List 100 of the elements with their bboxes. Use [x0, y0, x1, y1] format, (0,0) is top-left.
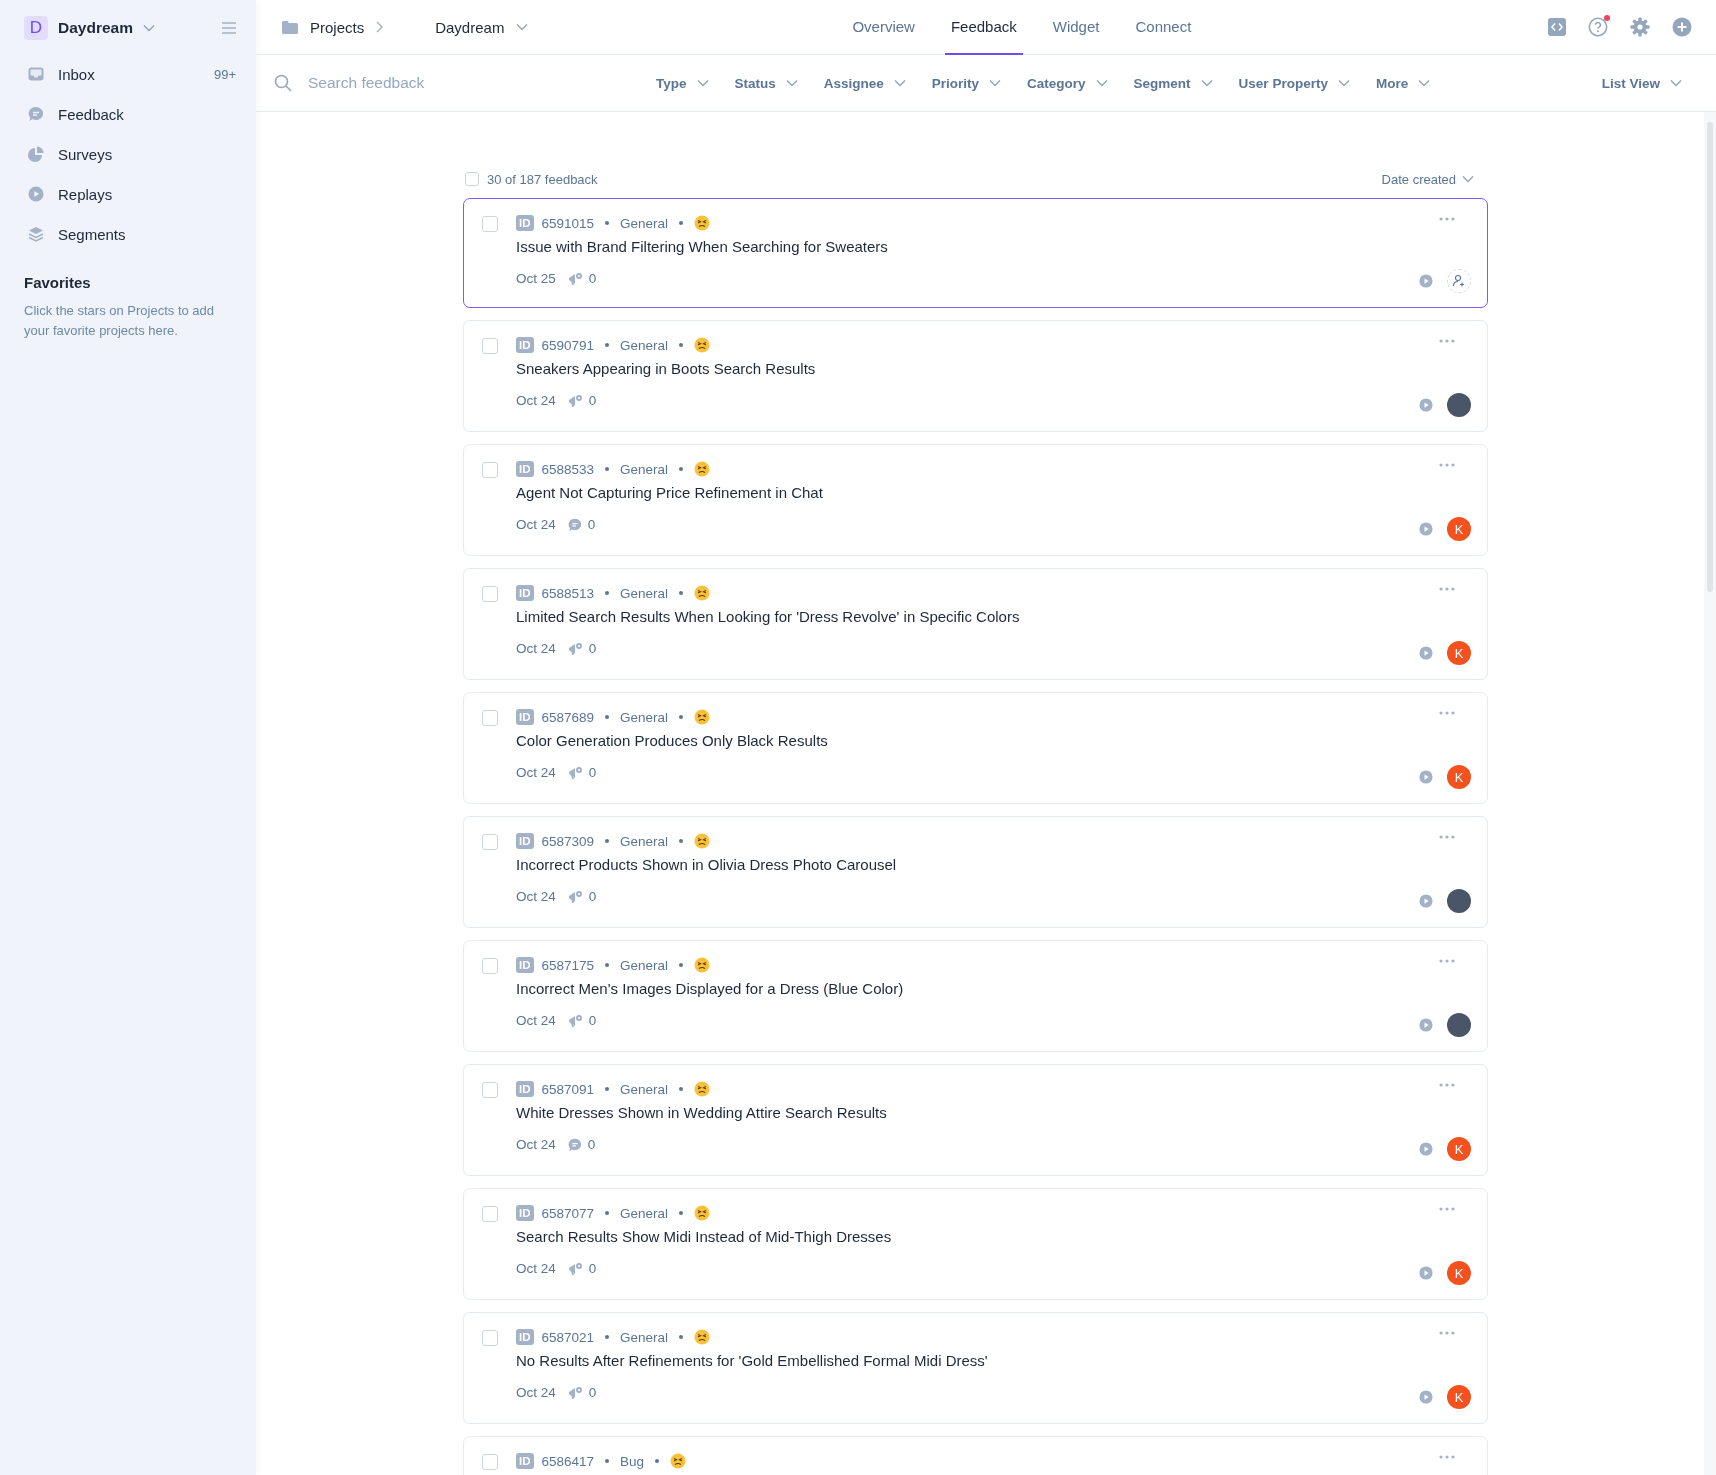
separator-dot-icon: [605, 963, 610, 967]
more-button[interactable]: [1439, 339, 1455, 343]
checkbox[interactable]: [482, 958, 498, 974]
more-button[interactable]: [1439, 1083, 1455, 1087]
feedback-card[interactable]: ID 6591015 General Issue with Brand Filtering When Searching for Sweaters Oct 25 0: [463, 198, 1488, 308]
feedback-card[interactable]: ID 6587309 General Incorrect Products Shown in Olivia Dress Photo Carousel Oct 24 0: [463, 816, 1488, 928]
filter-dropdown[interactable]: Priority: [931, 75, 1002, 91]
more-button[interactable]: [1439, 1331, 1455, 1335]
nav-item[interactable]: Replays: [58, 185, 113, 203]
play-icon[interactable]: [1419, 770, 1433, 784]
section-heading: Favorites: [24, 274, 92, 291]
feedback-title[interactable]: White Dresses Shown in Wedding Attire Search Results: [516, 1104, 1393, 1121]
tab[interactable]: Widget: [1046, 0, 1106, 55]
tab[interactable]: Connect: [1129, 0, 1198, 55]
count-label: 0: [588, 1385, 597, 1400]
play-icon[interactable]: [1419, 1266, 1433, 1280]
filter-dropdown[interactable]: User Property: [1238, 75, 1350, 91]
feedback-card[interactable]: ID 6587077 General Search Results Show Midi Instead of Mid-Thigh Dresses Oct 24 0 K: [463, 1188, 1488, 1300]
feedback-card[interactable]: ID 6590791 General Sneakers Appearing in Boots Search Results Oct 24 0: [463, 320, 1488, 432]
feedback-title[interactable]: Agent Not Capturing Price Refinement in Chat: [516, 484, 1393, 501]
tab[interactable]: Feedback: [944, 0, 1023, 55]
checkbox[interactable]: [482, 1454, 498, 1470]
play-icon[interactable]: [1419, 274, 1433, 288]
play-icon[interactable]: [1419, 522, 1433, 536]
play-icon[interactable]: [1419, 1018, 1433, 1032]
more-button[interactable]: [1439, 217, 1455, 221]
feedback-card[interactable]: ID 6586417 Bug: [463, 1436, 1488, 1475]
more-button[interactable]: [1439, 463, 1455, 467]
sort-dropdown[interactable]: Date created: [1381, 171, 1474, 187]
feedback-title[interactable]: No Results After Refinements for 'Gold Embellished Formal Midi Dress': [516, 1352, 1393, 1369]
feedback-title[interactable]: Search Results Show Midi Instead of Mid-Thigh Dresses: [516, 1228, 1393, 1245]
code-icon[interactable]: [1548, 18, 1566, 36]
checkbox[interactable]: [482, 1330, 498, 1346]
feedback-card[interactable]: ID 6588513 General Limited Search Results When Looking for 'Dress Revolve' in Specific Colors Oct 24 0 K: [463, 568, 1488, 680]
feedback-title[interactable]: Sneakers Appearing in Boots Search Results: [516, 360, 1393, 377]
feedback-card[interactable]: ID 6587091 General White Dresses Shown in Wedding Attire Search Results Oct 24 0 K: [463, 1064, 1488, 1176]
feedback-card[interactable]: ID 6587689 General Color Generation Produces Only Black Results Oct 24 0 K: [463, 692, 1488, 804]
view-dropdown[interactable]: List View: [1601, 75, 1682, 91]
avatar-photo[interactable]: [1447, 1013, 1471, 1037]
play-icon[interactable]: [1419, 1142, 1433, 1156]
feedback-title[interactable]: Incorrect Men's Images Displayed for a Dress (Blue Color): [516, 980, 1393, 997]
separator-dot-icon: [679, 343, 684, 347]
checkbox[interactable]: [482, 216, 498, 232]
nav-item[interactable]: Inbox: [58, 65, 95, 83]
avatar-photo[interactable]: [1447, 889, 1471, 913]
filter-dropdown[interactable]: Segment: [1133, 75, 1213, 91]
more-button[interactable]: [1439, 711, 1455, 715]
checkbox[interactable]: [482, 834, 498, 850]
more-button[interactable]: [1439, 959, 1455, 963]
more-button[interactable]: [1439, 1207, 1455, 1211]
scrollbar[interactable]: [1704, 112, 1716, 1475]
count-label: 0: [588, 393, 597, 408]
count-label: 0: [587, 517, 596, 532]
feedback-title[interactable]: Color Generation Produces Only Black Results: [516, 732, 1393, 749]
more-button[interactable]: [1439, 1455, 1455, 1459]
checkbox[interactable]: [482, 1206, 498, 1222]
play-icon[interactable]: [1419, 894, 1433, 908]
checkbox[interactable]: [482, 586, 498, 602]
chevron-down-icon: [1670, 79, 1682, 87]
checkbox[interactable]: [482, 1082, 498, 1098]
play-icon[interactable]: [1419, 646, 1433, 660]
add-icon[interactable]: [1672, 17, 1692, 37]
feedback-title[interactable]: Limited Search Results When Looking for 'Dress Revolve' in Specific Colors: [516, 608, 1393, 625]
separator-dot-icon: [679, 963, 684, 967]
nav-item[interactable]: Feedback: [58, 105, 124, 123]
workspace-name[interactable]: Daydream: [58, 19, 133, 37]
feedback-card[interactable]: ID 6588533 General Agent Not Capturing Price Refinement in Chat Oct 24 0 K: [463, 444, 1488, 556]
breadcrumb-link[interactable]: Projects: [310, 18, 365, 36]
nav-item[interactable]: Surveys: [58, 145, 113, 163]
play-icon[interactable]: [1419, 1390, 1433, 1404]
feedback-card[interactable]: ID 6587175 General Incorrect Men's Images Displayed for a Dress (Blue Color) Oct 24 0: [463, 940, 1488, 1052]
filter-dropdown[interactable]: Type: [656, 75, 709, 91]
nav-item[interactable]: Segments: [58, 225, 126, 243]
id-tag: ID: [516, 1329, 534, 1345]
filter-dropdown[interactable]: Category: [1027, 75, 1108, 91]
play-icon[interactable]: [1419, 398, 1433, 412]
feedback-card[interactable]: ID 6587021 General No Results After Refinements for 'Gold Embellished Formal Midi Dress' Oct 24 0 K: [463, 1312, 1488, 1424]
menu-icon[interactable]: [222, 22, 236, 34]
checkbox[interactable]: [482, 710, 498, 726]
search-field[interactable]: Search feedback: [306, 73, 610, 93]
help-icon[interactable]: [1588, 17, 1608, 37]
filter-dropdown[interactable]: Status: [734, 75, 798, 91]
count-label: 99+: [213, 66, 236, 82]
checkbox[interactable]: [482, 462, 498, 478]
settings-icon[interactable]: [1630, 17, 1650, 37]
checkbox[interactable]: [482, 338, 498, 354]
feedback-title[interactable]: Incorrect Products Shown in Olivia Dress Photo Carousel: [516, 856, 1393, 873]
select-all-checkbox[interactable]: [465, 172, 479, 186]
project-selector[interactable]: Daydream: [435, 18, 505, 36]
more-button[interactable]: [1439, 587, 1455, 591]
more-button[interactable]: [1439, 835, 1455, 839]
avatar-photo[interactable]: [1447, 393, 1471, 417]
filter-dropdown[interactable]: More: [1375, 75, 1431, 91]
date-label: Oct 24: [516, 393, 556, 408]
feedback-title[interactable]: Issue with Brand Filtering When Searching for Sweaters: [516, 238, 1393, 255]
tab[interactable]: Overview: [846, 0, 921, 55]
date-label: Oct 24: [516, 1385, 556, 1400]
separator-dot-icon: [655, 1459, 660, 1463]
filter-dropdown[interactable]: Assignee: [823, 75, 906, 91]
chevron-down-icon: [1095, 79, 1108, 87]
